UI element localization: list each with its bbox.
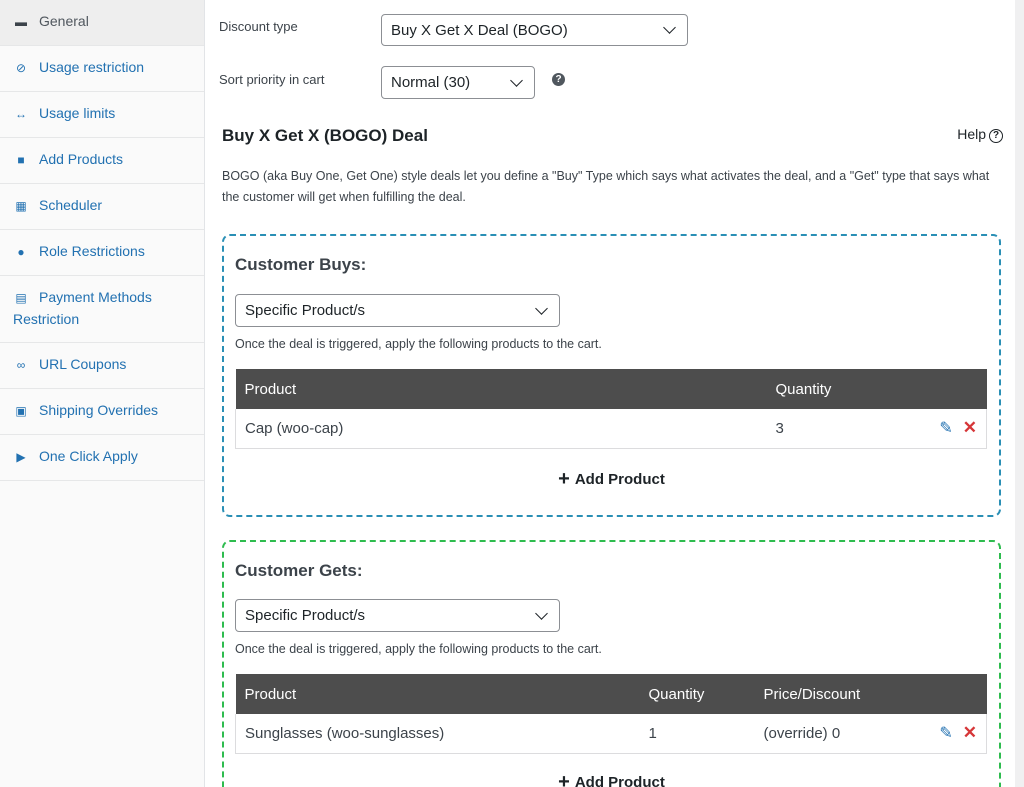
sidebar-item-label: Add Products (39, 151, 124, 167)
edit-pencil-icon[interactable]: ✎ (939, 418, 952, 438)
sidebar-item-label: Role Restrictions (39, 243, 145, 259)
column-header-actions (926, 674, 987, 714)
discount-type-value: Buy X Get X Deal (BOGO) (391, 21, 568, 39)
sidebar-item-add-products[interactable]: ■ Add Products (0, 138, 204, 184)
deal-description: BOGO (aka Buy One, Get One) style deals … (222, 169, 990, 204)
calendar-icon: ▦ (15, 199, 27, 213)
delete-x-icon[interactable]: ✕ (963, 418, 977, 438)
ban-icon: ⊘ (15, 61, 27, 75)
sidebar-item-label: Usage limits (39, 105, 116, 121)
column-header-quantity: Quantity (639, 674, 755, 714)
customer-gets-title: Customer Gets: (235, 561, 363, 580)
help-link[interactable]: Help? (957, 126, 1003, 143)
customer-buys-box: Customer Buys: Specific Product/s Once t… (222, 234, 1001, 517)
sidebar-item-label: Usage restriction (39, 59, 145, 75)
sidebar-item-url-coupons[interactable]: ∞ URL Coupons (0, 343, 204, 389)
chevron-down-icon (535, 606, 548, 620)
sort-priority-select[interactable]: Normal (30) (381, 66, 535, 99)
table-row: Sunglasses (woo-sunglasses) 1 (override)… (235, 714, 987, 754)
plus-icon: + (558, 468, 570, 490)
sidebar-item-shipping-overrides[interactable]: ▣ Shipping Overrides (0, 389, 204, 435)
credit-card-icon: ▤ (15, 291, 27, 305)
actions-cell: ✎ ✕ (926, 714, 987, 754)
quantity-cell: 1 (639, 714, 755, 754)
discount-type-select[interactable]: Buy X Get X Deal (BOGO) (381, 14, 688, 46)
user-icon: ● (17, 245, 25, 259)
gets-note: Once the deal is triggered, apply the fo… (235, 642, 602, 656)
wrench-icon: ▬ (15, 15, 27, 29)
table-row: Cap (woo-cap) 3 ✎ ✕ (235, 409, 987, 449)
sidebar-item-one-click-apply[interactable]: ▶ One Click Apply (0, 435, 204, 481)
gets-type-select[interactable]: Specific Product/s (235, 599, 560, 632)
chevron-down-icon (535, 301, 548, 315)
chevron-down-icon (510, 73, 523, 87)
column-header-product: Product (235, 369, 767, 409)
truck-icon: ▣ (15, 404, 27, 418)
megaphone-icon: ▶ (16, 450, 26, 464)
sidebar-item-label: Shipping Overrides (39, 402, 159, 418)
deal-title: Buy X Get X (BOGO) Deal (222, 126, 428, 145)
sidebar-item-label: Scheduler (39, 197, 103, 213)
help-label: Help (957, 126, 986, 142)
delete-x-icon[interactable]: ✕ (963, 723, 977, 743)
actions-cell: ✎ ✕ (926, 409, 987, 449)
gets-products-table: Product Quantity Price/Discount Sunglass… (235, 674, 987, 754)
sidebar-item-label: Payment Methods Restriction (13, 289, 152, 327)
sidebar-item-usage-limits[interactable]: ↔ Usage limits (0, 92, 204, 138)
column-header-product: Product (235, 674, 640, 714)
bag-icon: ■ (17, 153, 25, 167)
gets-add-product-button[interactable]: + Add Product (224, 771, 999, 787)
edit-pencil-icon[interactable]: ✎ (939, 723, 952, 743)
sidebar-item-usage-restriction[interactable]: ⊘ Usage restriction (0, 46, 204, 92)
plus-icon: + (558, 771, 570, 787)
sidebar-item-role-restrictions[interactable]: ● Role Restrictions (0, 230, 204, 276)
sort-priority-label: Sort priority in cart (219, 72, 325, 87)
sidebar-item-payment-methods-restriction[interactable]: ▤ Payment Methods Restriction (0, 276, 204, 343)
buys-type-value: Specific Product/s (245, 302, 366, 319)
quantity-cell: 3 (766, 409, 927, 449)
discount-type-label: Discount type (219, 19, 298, 34)
column-header-actions (926, 369, 987, 409)
buys-note: Once the deal is triggered, apply the fo… (235, 337, 602, 351)
gets-type-value: Specific Product/s (245, 607, 366, 624)
product-cell: Sunglasses (woo-sunglasses) (235, 714, 640, 754)
arrows-icon: ↔ (15, 107, 27, 121)
sort-priority-value: Normal (30) (391, 74, 471, 91)
customer-buys-title: Customer Buys: (235, 255, 367, 274)
sidebar-item-general[interactable]: ▬ General (0, 0, 204, 46)
link-icon: ∞ (16, 358, 26, 372)
coupon-data-sidebar: ▬ General ⊘ Usage restriction ↔ Usage limit… (0, 0, 205, 787)
help-tip-icon[interactable]: ? (552, 73, 565, 86)
sidebar-item-scheduler[interactable]: ▦ Scheduler (0, 184, 204, 230)
sidebar-item-label: General (39, 13, 89, 29)
buys-products-table: Product Quantity Cap (woo-cap) 3 ✎ ✕ (235, 369, 987, 449)
question-circle-icon: ? (989, 129, 1003, 143)
product-cell: Cap (woo-cap) (235, 409, 767, 449)
sidebar-item-label: URL Coupons (39, 356, 127, 372)
column-header-price-discount: Price/Discount (754, 674, 927, 714)
general-panel: Discount type Buy X Get X Deal (BOGO) So… (205, 0, 1024, 787)
chevron-down-icon (663, 21, 676, 34)
sidebar-item-label: One Click Apply (39, 448, 138, 464)
add-product-label: Add Product (574, 774, 665, 787)
buys-type-select[interactable]: Specific Product/s (235, 294, 560, 327)
add-product-label: Add Product (574, 471, 665, 488)
price-discount-cell: (override) 0 (754, 714, 927, 754)
column-header-quantity: Quantity (766, 369, 927, 409)
buys-add-product-button[interactable]: + Add Product (224, 468, 999, 491)
customer-gets-box: Customer Gets: Specific Product/s Once t… (222, 540, 1001, 787)
